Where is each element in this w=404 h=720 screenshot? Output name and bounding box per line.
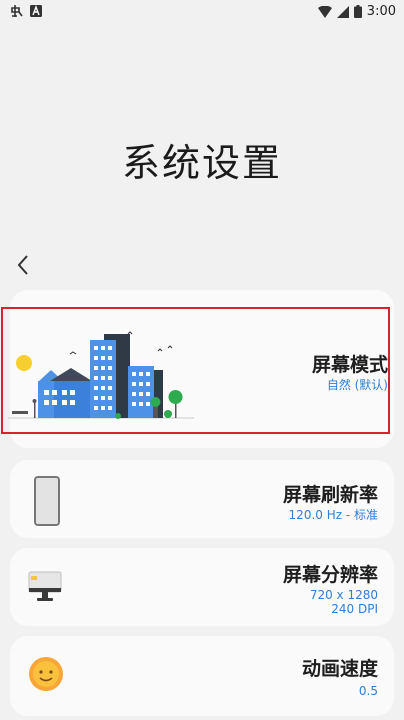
signal-icon bbox=[336, 5, 349, 18]
resolution-card[interactable]: 屏幕分辨率 720 x 1280 240 DPI bbox=[10, 548, 394, 626]
resolution-value-line1: 720 x 1280 bbox=[309, 588, 378, 602]
resolution-value-line2: 240 DPI bbox=[331, 602, 378, 616]
status-bar: 3:00 bbox=[0, 0, 404, 24]
city-illustration bbox=[8, 331, 194, 419]
sun-face-icon bbox=[29, 657, 63, 691]
animation-speed-card[interactable]: 动画速度 0.5 bbox=[10, 636, 394, 716]
refresh-rate-card[interactable]: 屏幕刷新率 120.0 Hz - 标准 bbox=[10, 460, 394, 538]
resolution-title: 屏幕分辨率 bbox=[282, 564, 378, 586]
app-notification-icon bbox=[11, 5, 23, 17]
animation-speed-value: 0.5 bbox=[358, 684, 378, 698]
status-right-icons: 3:00 bbox=[317, 4, 396, 19]
screen-mode-title: 屏幕模式 bbox=[311, 354, 388, 376]
animation-speed-title: 动画速度 bbox=[301, 658, 378, 680]
refresh-rate-value: 120.0 Hz - 标准 bbox=[288, 508, 378, 522]
wifi-icon bbox=[317, 5, 332, 18]
screen-mode-value: 自然 (默认) bbox=[326, 378, 388, 392]
phone-icon bbox=[34, 476, 60, 526]
battery-icon bbox=[353, 5, 362, 18]
status-time: 3:00 bbox=[366, 4, 396, 19]
monitor-icon bbox=[28, 571, 62, 601]
status-left-icons bbox=[10, 4, 42, 18]
page-title: 系统设置 bbox=[121, 141, 282, 185]
refresh-rate-title: 屏幕刷新率 bbox=[282, 484, 378, 506]
font-a-icon bbox=[30, 5, 42, 17]
back-chevron-icon[interactable] bbox=[12, 252, 36, 278]
